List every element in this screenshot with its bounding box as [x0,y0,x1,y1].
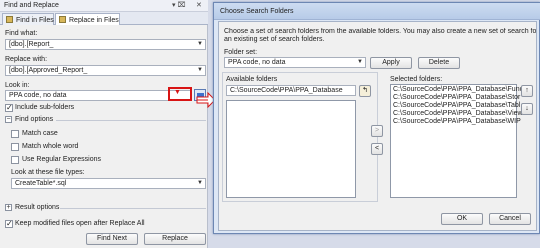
chevron-down-icon[interactable]: ▼ [357,59,363,65]
dialog-body: Choose a set of search folders from the … [218,21,537,231]
tab-find-in-files[interactable]: Find in Files [2,13,54,25]
tab-replace-in-files[interactable]: Replace in Files [55,13,120,25]
chevron-down-icon[interactable]: ▼ [197,67,203,73]
replace-with-label: Replace with: [5,56,48,63]
window-position-icon[interactable]: ▾ ⌧ [172,1,186,9]
selected-folders-label: Selected folders: [390,76,443,83]
find-what-value: [dbo].[Report_ [9,41,54,48]
chevron-down-icon[interactable]: ▼ [174,89,181,96]
dialog-titlebar: Choose Search Folders [214,3,540,20]
delete-button[interactable]: Delete [418,57,460,69]
find-replace-title: Find and Replace [4,2,59,9]
folder-set-value: PPA code, no data [228,59,286,66]
chevron-down-icon[interactable]: ▼ [197,41,203,47]
list-item[interactable]: C:\SourceCode\PPA\PPA_Database\Tabl [393,102,520,109]
list-item[interactable]: C:\SourceCode\PPA\PPA_Database\Func [393,86,523,93]
move-up-button[interactable]: ↑ [521,85,533,97]
find-what-label: Find what: [5,30,38,37]
look-in-label: Look in: [5,82,30,89]
match-case-label: Match case [22,130,58,137]
use-regex-label: Use Regular Expressions [22,156,101,163]
use-regex-checkbox[interactable] [11,156,19,164]
match-whole-word-label: Match whole word [22,143,79,150]
find-in-files-icon [6,16,13,23]
apply-button[interactable]: Apply [370,57,412,69]
remove-folder-button[interactable]: < [371,143,383,155]
folder-set-combobox[interactable]: PPA code, no data ▼ [224,57,366,68]
tab-label: Find in Files [16,17,54,24]
list-item[interactable]: C:\SourceCode\PPA\PPA_Database\Stor [393,94,520,101]
find-replace-panel: Find and Replace ▾ ⌧ ✕ Find in Files Rep… [0,0,208,248]
ok-button[interactable]: OK [441,213,483,225]
available-path-value: C:\SourceCode\PPA\PPA_Database [230,87,343,94]
match-case-checkbox[interactable] [11,130,19,138]
tab-label: Replace in Files [69,17,119,24]
match-whole-word-checkbox[interactable] [11,143,19,151]
available-path-combobox[interactable]: C:\SourceCode\PPA\PPA_Database [226,85,356,96]
chevron-down-icon[interactable]: ▼ [197,180,203,186]
replace-with-combobox[interactable]: [dbo].[Approved_Report_ ▼ [5,65,206,76]
file-types-combobox[interactable]: CreateTable*.sql ▼ [11,178,206,189]
keep-modified-checkbox[interactable] [5,219,13,228]
find-options-header: Find options [15,116,54,123]
add-folder-button[interactable]: > [371,125,383,137]
folder-set-label: Folder set: [224,49,258,56]
include-subfolders-label: Include sub-folders [15,104,75,111]
folder-up-icon[interactable]: ↰ [359,85,371,97]
include-subfolders-checkbox[interactable] [5,103,13,112]
collapse-find-options-icon[interactable]: − [5,116,12,123]
cancel-button[interactable]: Cancel [489,213,531,225]
file-types-value: CreateTable*.sql [15,180,67,187]
find-next-button[interactable]: Find Next [86,233,138,245]
look-in-value: PPA code, no data [9,92,67,99]
dialog-title: Choose Search Folders [220,8,294,15]
expand-result-options-icon[interactable]: + [5,204,12,211]
replace-in-files-icon [59,16,66,23]
divider [56,120,206,121]
available-folders-list[interactable] [226,100,356,198]
choose-search-folders-dialog: Choose Search Folders Choose a set of se… [213,2,540,234]
tab-bar: Find in Files Replace in Files [0,12,208,25]
list-item[interactable]: C:\SourceCode\PPA\PPA_Database\View [393,110,523,117]
divider [60,208,206,209]
highlight-box: ▼ [168,87,192,101]
replace-button[interactable]: Replace [144,233,206,245]
find-replace-titlebar: Find and Replace ▾ ⌧ ✕ [0,0,208,12]
file-types-label: Look at these file types: [11,169,85,176]
selected-folders-list[interactable]: C:\SourceCode\PPA\PPA_Database\Func C:\S… [390,84,523,198]
replace-with-value: [dbo].[Approved_Report_ [9,67,88,74]
dialog-description-2: an existing set of search folders. [224,36,325,43]
move-down-button[interactable]: ↓ [521,103,533,115]
find-what-combobox[interactable]: [dbo].[Report_ ▼ [5,39,206,50]
close-icon[interactable]: ✕ [196,1,202,9]
result-options-header: Result options [15,204,60,211]
available-folders-label: Available folders [226,76,278,83]
look-in-combobox[interactable]: PPA code, no data [5,90,191,101]
keep-modified-label: Keep modified files open after Replace A… [15,220,145,227]
dialog-description: Choose a set of search folders from the … [224,28,536,35]
list-item[interactable]: C:\SourceCode\PPA\PPA_Database\WIP [393,118,521,125]
